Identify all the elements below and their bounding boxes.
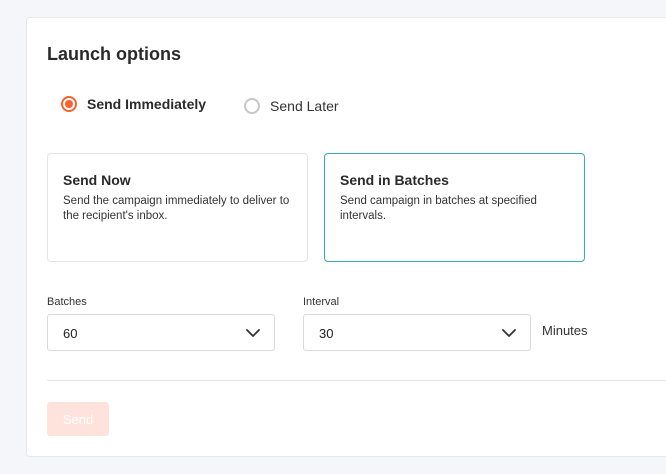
radio-send-immediately[interactable]: Send Immediately bbox=[61, 96, 206, 112]
chevron-down-icon bbox=[502, 329, 516, 337]
card-title: Send in Batches bbox=[340, 172, 449, 188]
chevron-down-icon bbox=[246, 329, 260, 337]
send-button[interactable]: Send bbox=[47, 402, 109, 436]
radio-checked-icon[interactable] bbox=[61, 96, 77, 112]
radio-label-send-immediately: Send Immediately bbox=[87, 96, 207, 112]
radio-unchecked-icon[interactable] bbox=[244, 98, 261, 114]
batches-label: Batches bbox=[47, 296, 87, 308]
card-send-in-batches[interactable]: Send in Batches Send campaign in batches… bbox=[324, 153, 585, 262]
launch-options-panel: Launch options Send Immediately Send Lat… bbox=[26, 17, 666, 457]
interval-label: Interval bbox=[303, 296, 340, 308]
card-title: Send Now bbox=[63, 172, 131, 188]
radio-send-later[interactable]: Send Later bbox=[244, 98, 339, 114]
card-description: Send the campaign immediately to deliver… bbox=[63, 195, 290, 222]
interval-select[interactable]: 30 bbox=[303, 314, 531, 351]
interval-value: 30 bbox=[319, 326, 334, 341]
panel-title: Launch options bbox=[47, 44, 181, 64]
divider bbox=[47, 380, 666, 381]
interval-unit-label: Minutes bbox=[542, 323, 588, 338]
radio-label-send-later: Send Later bbox=[270, 98, 339, 114]
batches-value: 60 bbox=[63, 326, 78, 341]
schedule-radio-group: Send Immediately Send Later bbox=[61, 96, 339, 114]
batches-select[interactable]: 60 bbox=[47, 314, 275, 351]
card-description: Send campaign in batches at specified in… bbox=[340, 195, 537, 222]
card-send-now[interactable]: Send Now Send the campaign immediately t… bbox=[47, 153, 308, 262]
